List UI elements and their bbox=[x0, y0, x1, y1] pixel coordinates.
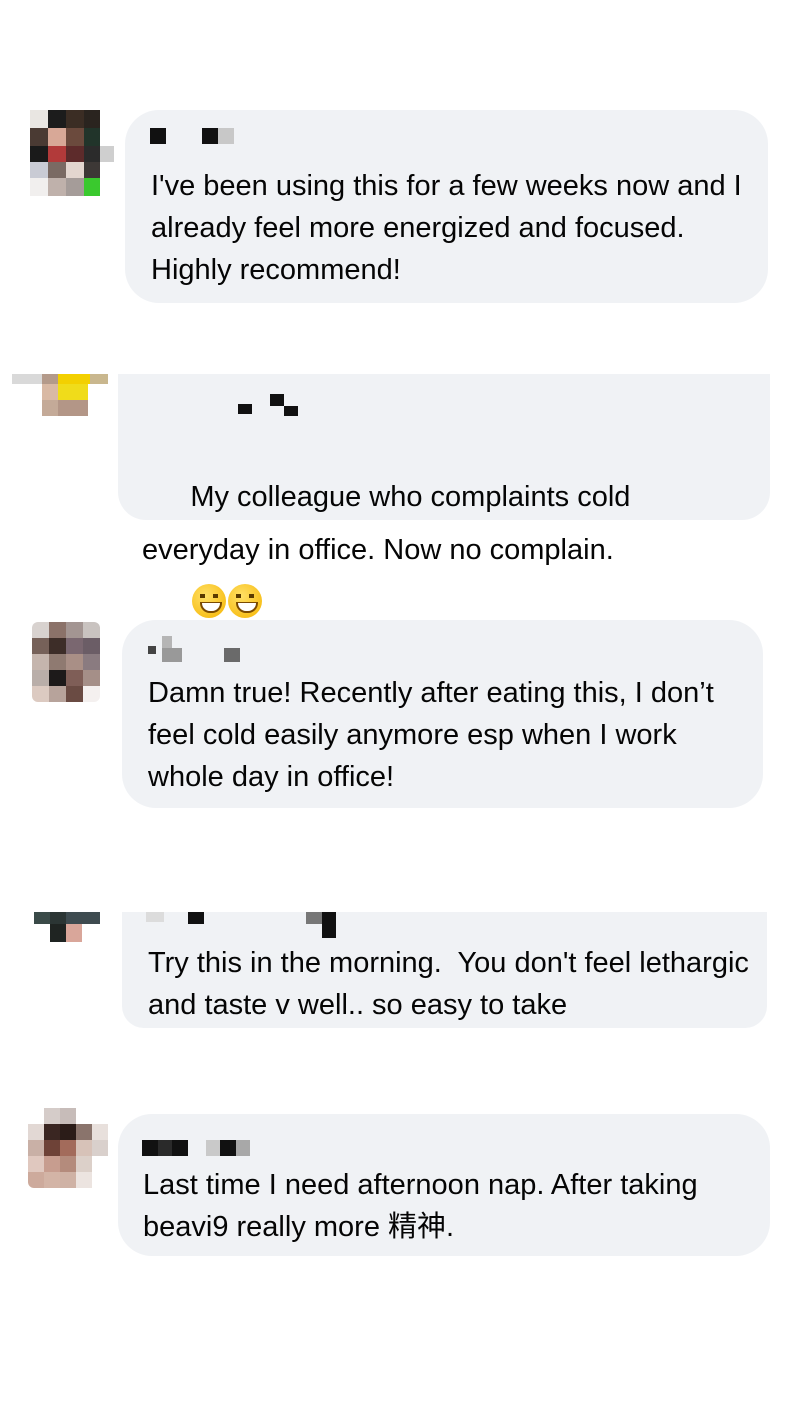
avatar[interactable] bbox=[34, 912, 100, 942]
avatar[interactable] bbox=[12, 374, 108, 416]
avatar[interactable] bbox=[32, 622, 100, 702]
author-name-redacted[interactable] bbox=[148, 636, 248, 664]
avatar[interactable] bbox=[28, 1108, 108, 1188]
comment-bubble: Try this in the morning. You don't feel … bbox=[122, 912, 767, 1028]
comment-text: I've been using this for a few weeks now… bbox=[151, 170, 750, 286]
author-name-redacted[interactable] bbox=[150, 128, 270, 144]
comment-text: Try this in the morning. You don't feel … bbox=[148, 947, 757, 1021]
grinning-face-with-smiling-eyes-icon bbox=[192, 584, 227, 618]
comment-bubble: Damn true! Recently after eating this, I… bbox=[122, 620, 763, 808]
comment-bubble: I've been using this for a few weeks now… bbox=[125, 110, 768, 303]
avatar[interactable] bbox=[30, 110, 114, 196]
author-name-redacted[interactable] bbox=[146, 912, 346, 940]
comment-text: Damn true! Recently after eating this, I… bbox=[148, 677, 722, 793]
author-name-redacted[interactable] bbox=[142, 1140, 262, 1156]
comment-text-body: My colleague who complaints cold everyda… bbox=[142, 481, 639, 566]
author-name-redacted[interactable] bbox=[148, 384, 308, 416]
comment-bubble: Last time I need afternoon nap. After ta… bbox=[118, 1114, 770, 1256]
grinning-squinting-face-icon bbox=[228, 584, 263, 618]
comment-text: Last time I need afternoon nap. After ta… bbox=[143, 1169, 706, 1243]
comment-bubble: My colleague who complaints cold everyda… bbox=[118, 374, 770, 618]
